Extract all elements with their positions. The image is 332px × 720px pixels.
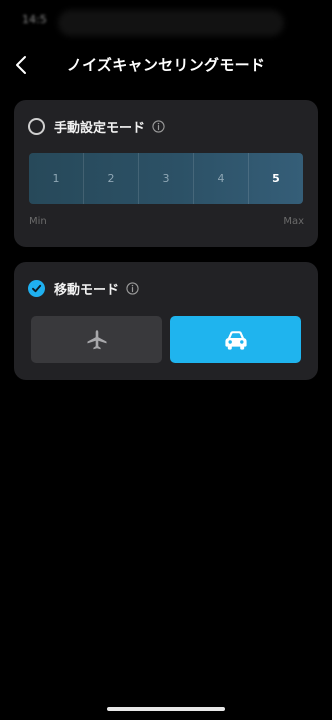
- noise-level-selector[interactable]: 1 2 3 4 5: [29, 153, 303, 204]
- level-3-segment[interactable]: 3: [139, 153, 194, 204]
- level-2-segment[interactable]: 2: [84, 153, 139, 204]
- manual-mode-radio-row[interactable]: 手動設定モード: [28, 114, 165, 138]
- status-bar: 14:5: [0, 0, 332, 40]
- level-5-segment[interactable]: 5: [249, 153, 303, 204]
- manual-mode-card: 手動設定モード 1 2 3 4 5 Min Max: [14, 100, 318, 247]
- manual-mode-label: 手動設定モード: [54, 120, 146, 136]
- level-4-segment[interactable]: 4: [194, 153, 249, 204]
- move-mode-checkbox[interactable]: [28, 279, 45, 297]
- scale-min-label: Min: [29, 216, 47, 227]
- move-mode-options: [31, 316, 301, 363]
- info-icon[interactable]: [152, 119, 165, 133]
- car-icon: [224, 330, 247, 350]
- status-time: 14:5: [22, 13, 47, 26]
- airplane-icon: [87, 329, 106, 349]
- scale-max-label: Max: [283, 216, 304, 227]
- page-title: ノイズキャンセリングモード: [66, 56, 266, 74]
- airplane-mode-button[interactable]: [31, 316, 162, 363]
- info-icon[interactable]: [126, 281, 139, 295]
- home-indicator: [107, 707, 225, 711]
- dynamic-island: [58, 10, 284, 36]
- nav-bar: ノイズキャンセリングモード: [0, 45, 332, 85]
- level-1-segment[interactable]: 1: [29, 153, 84, 204]
- move-mode-radio-row[interactable]: 移動モード: [28, 276, 139, 300]
- move-mode-card: 移動モード: [14, 262, 318, 380]
- move-mode-label: 移動モード: [54, 282, 120, 298]
- manual-mode-radio[interactable]: [28, 117, 45, 135]
- check-icon: [32, 284, 42, 292]
- car-mode-button[interactable]: [170, 316, 301, 363]
